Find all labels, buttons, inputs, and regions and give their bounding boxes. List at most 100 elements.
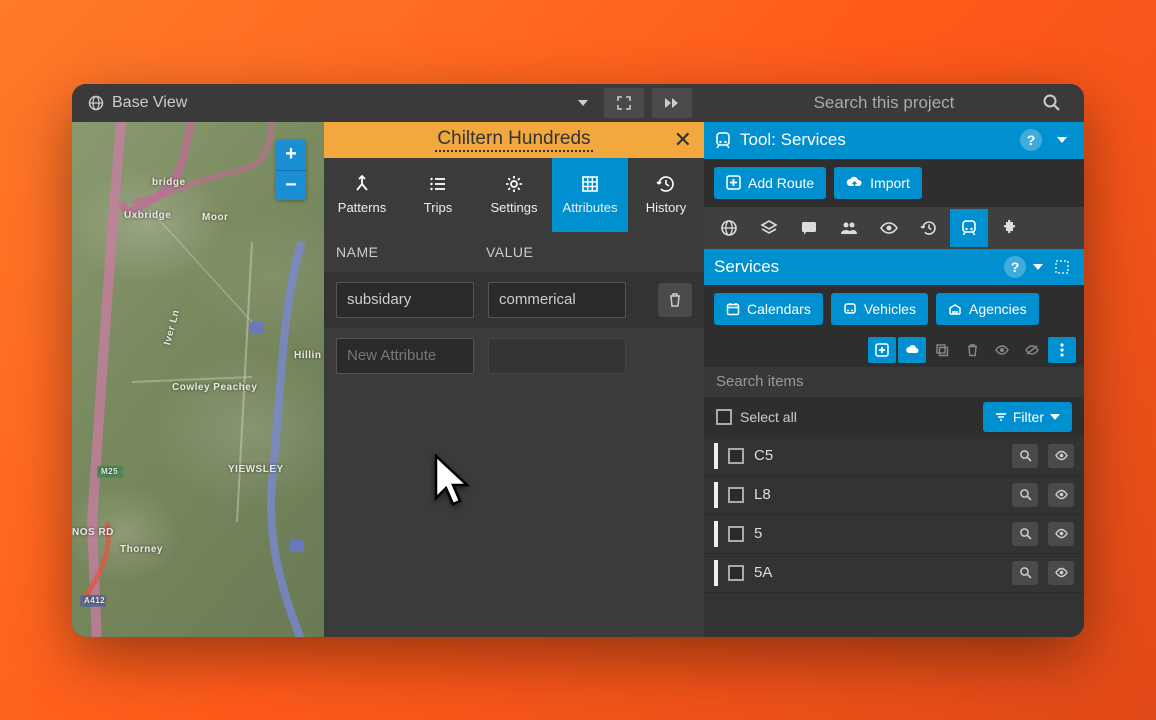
upload-item-button[interactable] xyxy=(898,337,926,363)
item-search-button[interactable] xyxy=(1012,561,1038,585)
delete-button[interactable] xyxy=(658,283,692,317)
expand-button[interactable] xyxy=(1050,128,1074,152)
tab-label: History xyxy=(646,200,686,215)
chevron-down-icon xyxy=(1033,264,1043,270)
item-checkbox[interactable] xyxy=(728,448,744,464)
cloud-upload-icon xyxy=(846,176,863,189)
trash-icon xyxy=(668,292,682,308)
map-label: Cowley Peachey xyxy=(172,382,257,393)
attributes-header: NAME VALUE xyxy=(324,232,704,272)
services-subnav: Calendars Vehicles Agencies xyxy=(704,285,1084,333)
copy-item-button[interactable] xyxy=(928,337,956,363)
tab-settings[interactable]: Settings xyxy=(476,158,552,232)
tab-trips[interactable]: Trips xyxy=(400,158,476,232)
map-pane[interactable]: bridge Uxbridge Moor Iver Ln Hillin Cowl… xyxy=(72,122,324,637)
mode-globe[interactable] xyxy=(710,209,748,247)
item-visibility-button[interactable] xyxy=(1048,522,1074,546)
mode-extensions[interactable] xyxy=(990,209,1028,247)
tab-label: Attributes xyxy=(563,200,618,215)
project-search[interactable]: Search this project xyxy=(692,93,1076,113)
search-placeholder: Search this project xyxy=(814,93,955,113)
app-window: Base View Search this project xyxy=(72,84,1084,637)
mode-comments[interactable] xyxy=(790,209,828,247)
item-checkbox[interactable] xyxy=(728,565,744,581)
mode-services[interactable] xyxy=(950,209,988,247)
attribute-name-input[interactable] xyxy=(336,282,474,318)
list-item[interactable]: 5 xyxy=(704,515,1084,554)
items-toolbar xyxy=(704,333,1084,367)
item-label: C5 xyxy=(754,447,773,464)
mode-people[interactable] xyxy=(830,209,868,247)
show-item-button[interactable] xyxy=(988,337,1016,363)
chevron-down-icon xyxy=(1050,414,1060,420)
vehicles-label: Vehicles xyxy=(864,301,916,317)
hide-item-button[interactable] xyxy=(1018,337,1046,363)
add-route-button[interactable]: Add Route xyxy=(714,167,826,199)
tab-history[interactable]: History xyxy=(628,158,704,232)
view-label: Base View xyxy=(112,94,187,112)
item-search-button[interactable] xyxy=(1012,522,1038,546)
vehicles-button[interactable]: Vehicles xyxy=(831,293,928,325)
mode-history[interactable] xyxy=(910,209,948,247)
tab-label: Trips xyxy=(424,200,452,215)
tool-title: Tool: Services xyxy=(740,130,846,150)
calendars-button[interactable]: Calendars xyxy=(714,293,823,325)
item-checkbox[interactable] xyxy=(728,487,744,503)
import-label: Import xyxy=(870,175,910,191)
search-items-placeholder: Search items xyxy=(716,373,804,390)
list-item[interactable]: L8 xyxy=(704,476,1084,515)
tab-patterns[interactable]: Patterns xyxy=(324,158,400,232)
items-search[interactable]: Search items xyxy=(704,367,1084,397)
item-color-bar xyxy=(714,521,718,547)
chevron-down-icon xyxy=(1057,137,1067,143)
view-selector[interactable]: Base View xyxy=(80,90,596,116)
globe-icon xyxy=(88,95,104,111)
filter-button[interactable]: Filter xyxy=(983,402,1072,432)
item-visibility-button[interactable] xyxy=(1048,483,1074,507)
map-label: Uxbridge xyxy=(124,210,171,221)
list-icon xyxy=(428,174,448,194)
tab-label: Patterns xyxy=(338,200,386,215)
list-item[interactable]: C5 xyxy=(704,437,1084,476)
item-search-button[interactable] xyxy=(1012,483,1038,507)
zoom-out-button[interactable]: − xyxy=(276,170,306,200)
select-all-checkbox[interactable] xyxy=(716,409,732,425)
search-icon xyxy=(1042,93,1062,113)
fullscreen-button[interactable] xyxy=(604,88,644,118)
item-visibility-button[interactable] xyxy=(1048,444,1074,468)
help-button[interactable]: ? xyxy=(1020,129,1042,151)
new-attribute-name-input[interactable] xyxy=(336,338,474,374)
attribute-row xyxy=(324,272,704,328)
select-all-row: Select all Filter xyxy=(704,397,1084,437)
select-region-button[interactable] xyxy=(1050,255,1074,279)
expand-button[interactable] xyxy=(1026,255,1050,279)
list-item[interactable]: 5A xyxy=(704,554,1084,593)
item-checkbox[interactable] xyxy=(728,526,744,542)
map-label: M25 xyxy=(101,467,118,476)
tab-label: Settings xyxy=(491,200,538,215)
help-button[interactable]: ? xyxy=(1004,256,1026,278)
item-search-button[interactable] xyxy=(1012,444,1038,468)
calendars-label: Calendars xyxy=(747,301,811,317)
item-label: 5A xyxy=(754,564,772,581)
tab-attributes[interactable]: Attributes xyxy=(552,158,628,232)
new-attribute-value-input[interactable] xyxy=(488,338,626,374)
top-bar: Base View Search this project xyxy=(72,84,1084,122)
mode-layers[interactable] xyxy=(750,209,788,247)
item-visibility-button[interactable] xyxy=(1048,561,1074,585)
delete-item-button[interactable] xyxy=(958,337,986,363)
add-item-button[interactable] xyxy=(868,337,896,363)
fast-forward-icon xyxy=(663,96,681,110)
import-button[interactable]: Import xyxy=(834,167,922,199)
detail-title[interactable]: Chiltern Hundreds xyxy=(435,128,592,152)
item-color-bar xyxy=(714,560,718,586)
gear-icon xyxy=(504,174,524,194)
merge-icon xyxy=(352,174,372,194)
close-button[interactable]: ✕ xyxy=(674,127,692,153)
attribute-value-input[interactable] xyxy=(488,282,626,318)
agencies-button[interactable]: Agencies xyxy=(936,293,1039,325)
more-item-button[interactable] xyxy=(1048,337,1076,363)
mode-visibility[interactable] xyxy=(870,209,908,247)
forward-button[interactable] xyxy=(652,88,692,118)
zoom-in-button[interactable]: + xyxy=(276,140,306,170)
